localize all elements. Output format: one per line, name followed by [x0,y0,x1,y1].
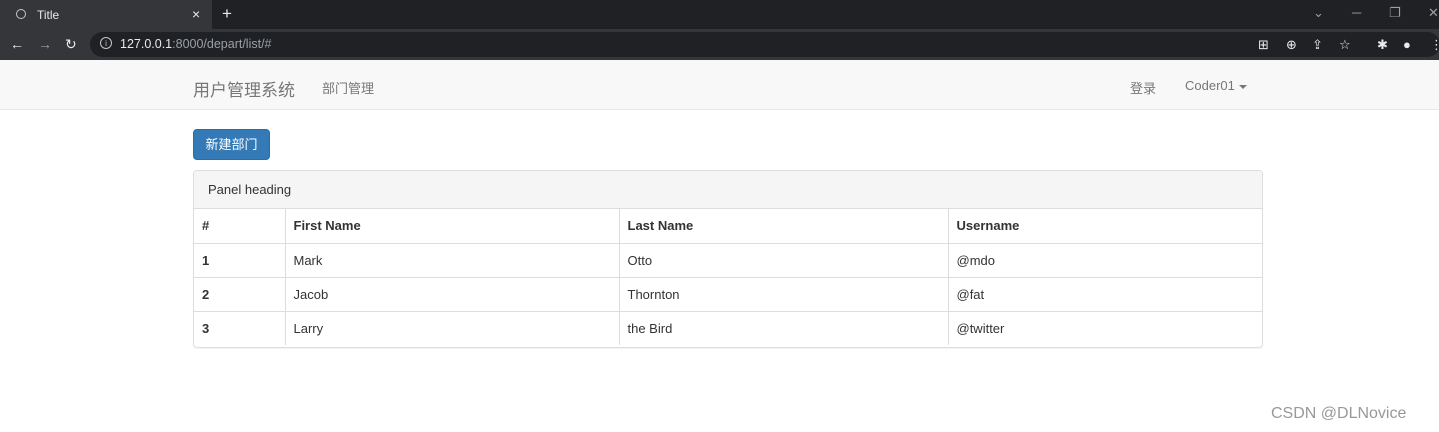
zoom-icon[interactable]: ⊕ [1286,37,1297,53]
last-name-cell: the Bird [618,310,949,345]
address-bar[interactable]: i 127.0.0.1:8000/depart/list/# ⊞ ⊕ ⇪ ☆ ✱… [90,32,1439,57]
bookmark-star-icon[interactable]: ☆ [1339,37,1351,53]
new-depart-button[interactable]: 新建部门 [193,129,270,160]
username-cell: @twitter [947,310,1262,345]
extensions-icon[interactable]: ✱ [1377,37,1388,53]
row-number: 1 [194,242,286,278]
username-cell: @fat [947,276,1262,312]
user-dropdown[interactable]: Coder01 [1185,78,1247,93]
share-icon[interactable]: ⇪ [1312,37,1323,53]
watermark-text: CSDN @DLNovice [1271,405,1407,422]
close-window-icon[interactable]: ✕ [1428,5,1439,21]
back-icon[interactable]: ← [10,36,24,52]
row-number: 2 [194,276,286,312]
profile-icon[interactable]: ● [1403,37,1411,52]
user-name: Coder01 [1185,78,1235,93]
restore-icon[interactable]: ❐ [1389,5,1401,21]
browser-tab-strip: Title × + ⌄ ─ ❐ ✕ [0,0,1439,29]
brand-link[interactable]: 用户管理系统 [193,76,295,101]
menu-icon[interactable]: ⋮ [1430,37,1439,53]
nav-link-depart[interactable]: 部门管理 [322,78,374,97]
forward-icon[interactable]: → [38,36,52,52]
table-header-row: # First Name Last Name Username [194,209,1262,244]
panel-heading: Panel heading [194,171,1262,209]
new-tab-button[interactable]: + [222,4,232,24]
info-icon[interactable]: i [100,37,112,49]
first-name-cell: Larry [284,310,620,345]
app-navbar: 用户管理系统 部门管理 登录 Coder01 [0,60,1439,110]
globe-icon [16,9,26,19]
login-link[interactable]: 登录 [1130,78,1156,97]
tab-search-icon[interactable]: ⌄ [1313,5,1324,21]
reload-icon[interactable]: ↻ [65,36,77,53]
translate-icon[interactable]: ⊞ [1258,37,1269,53]
tab-title: Title [37,8,60,22]
table-row: 3 Larry the Bird @twitter [194,310,1262,345]
depart-table: # First Name Last Name Username 1 Mark O… [194,209,1262,345]
column-header: # [194,209,286,244]
browser-toolbar: ← → ↻ i 127.0.0.1:8000/depart/list/# ⊞ ⊕… [0,29,1439,60]
minimize-icon[interactable]: ─ [1352,5,1361,20]
last-name-cell: Thornton [618,276,949,312]
last-name-cell: Otto [618,242,949,278]
tab-close-button[interactable]: × [192,6,200,22]
username-cell: @mdo [947,242,1262,278]
table-row: 2 Jacob Thornton @fat [194,276,1262,312]
row-number: 3 [194,310,286,345]
caret-down-icon [1238,84,1247,89]
url-text: 127.0.0.1:8000/depart/list/# [120,37,272,51]
first-name-cell: Mark [284,242,620,278]
first-name-cell: Jacob [284,276,620,312]
table-row: 1 Mark Otto @mdo [194,242,1262,278]
browser-tab[interactable]: Title × [0,0,212,29]
column-header: Username [947,209,1262,244]
column-header: Last Name [618,209,949,244]
depart-panel: Panel heading # First Name Last Name Use… [193,170,1263,348]
column-header: First Name [284,209,620,244]
